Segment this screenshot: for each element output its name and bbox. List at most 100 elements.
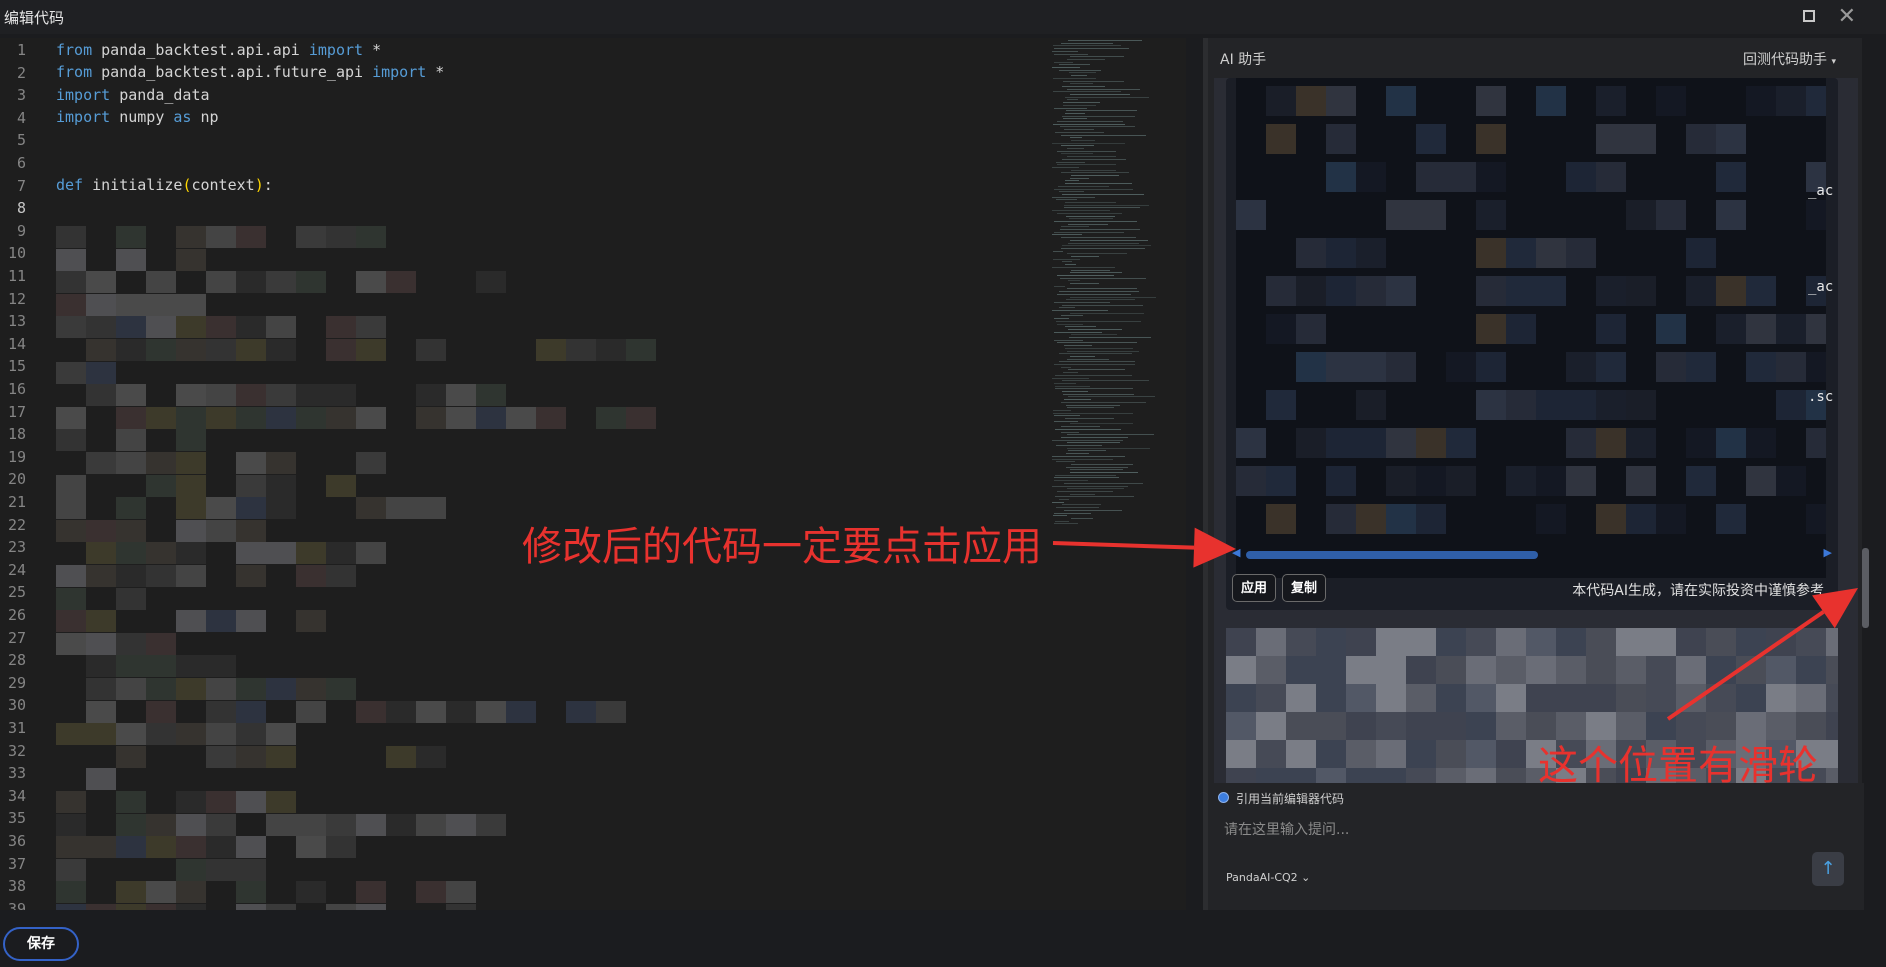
model-selector[interactable]: PandaAI-CQ2 ⌄ xyxy=(1226,871,1310,884)
minimap-line xyxy=(1071,269,1110,271)
pixel-block xyxy=(1466,740,1496,768)
pixel-block xyxy=(236,316,266,339)
pixel-block xyxy=(1526,656,1556,684)
pixel-block xyxy=(1586,656,1616,684)
pixel-block xyxy=(1536,390,1566,420)
pixel-block xyxy=(1266,504,1296,534)
pixel-block xyxy=(296,678,326,700)
minimap-line xyxy=(1069,337,1151,338)
pixel-block xyxy=(86,632,116,655)
minimap-line xyxy=(1070,283,1099,284)
pixel-block xyxy=(326,813,356,836)
ai-panel-scrollbar-thumb[interactable] xyxy=(1862,548,1869,628)
pixel-block xyxy=(1626,390,1656,420)
pixel-block xyxy=(1626,200,1656,230)
minimap-line xyxy=(1067,358,1109,360)
pixel-block xyxy=(1686,428,1716,458)
pixel-block xyxy=(1826,684,1838,712)
prompt-input[interactable] xyxy=(1222,821,1746,839)
code-editor[interactable]: 1 2 3 4 5 6 7 8 9 10 11 12 13 14 15 16 17 18 19 20 21 22 23 24 2… xyxy=(0,38,1186,910)
pixel-block xyxy=(116,723,146,746)
pixel-block xyxy=(116,836,146,859)
minimap-line xyxy=(1065,264,1076,266)
minimap-line xyxy=(1054,364,1135,365)
assistant-selector[interactable]: 回测代码助手 ▾ xyxy=(1743,49,1836,69)
pixel-block xyxy=(1436,656,1466,684)
scroll-right-icon[interactable]: ▶ xyxy=(1824,546,1832,559)
pixel-block xyxy=(176,248,206,271)
minimap-line xyxy=(1065,202,1116,203)
pixel-block xyxy=(1416,504,1446,534)
minimap-line xyxy=(1061,172,1129,174)
minimap-line xyxy=(1052,196,1095,198)
pixel-block xyxy=(1316,740,1346,768)
line-number: 28 xyxy=(7,651,26,670)
pixel-block xyxy=(1646,684,1676,712)
line-number: 11 xyxy=(7,267,26,285)
pixel-block xyxy=(1706,656,1736,684)
code-horizontal-scrollbar[interactable] xyxy=(1246,551,1538,559)
pixel-block xyxy=(56,474,86,497)
pixel-block xyxy=(1266,86,1296,116)
include-code-checkbox[interactable] xyxy=(1218,792,1229,803)
line-number: 14 xyxy=(7,334,26,353)
minimap-line xyxy=(1057,212,1122,214)
pixel-block xyxy=(1616,656,1646,684)
pixel-block xyxy=(206,858,236,881)
pixel-block xyxy=(176,813,206,836)
pixel-block xyxy=(116,452,146,474)
minimap-line xyxy=(1067,350,1139,352)
minimap-line xyxy=(1061,42,1113,44)
pixel-block xyxy=(1596,162,1626,192)
save-button[interactable]: 保存 xyxy=(3,927,79,961)
pixel-block xyxy=(236,565,266,587)
minimap-line xyxy=(1057,490,1113,492)
scroll-left-icon[interactable]: ◀ xyxy=(1232,546,1240,559)
line-number: 19 xyxy=(7,447,26,466)
apply-button[interactable]: 应用 xyxy=(1232,574,1277,602)
close-icon[interactable]: ✕ xyxy=(1838,4,1856,29)
minimap-line xyxy=(1057,293,1131,295)
pixel-block xyxy=(1746,86,1776,116)
pixel-block xyxy=(296,226,326,248)
minimap-line xyxy=(1062,504,1101,506)
minimap-line xyxy=(1059,307,1075,309)
pixel-block xyxy=(56,361,86,384)
pixel-block xyxy=(1686,124,1716,154)
pixel-block xyxy=(1466,712,1496,740)
pixel-block xyxy=(86,519,116,542)
minimap-line xyxy=(1071,139,1095,141)
minimap-line xyxy=(1059,499,1069,500)
maximize-icon[interactable] xyxy=(1803,10,1815,22)
ai-input-area: 引用当前编辑器代码 PandaAI-CQ2 ⌄ ↑ xyxy=(1208,783,1864,910)
pixel-block xyxy=(596,406,626,429)
pixel-block xyxy=(1476,200,1506,230)
pixel-block xyxy=(1596,124,1626,154)
pixel-block xyxy=(116,542,146,565)
chat-messages[interactable]: _ac _ac .sc ◀ ▶ 应用 复制 本代码AI生成，请在实际投资中谨慎参… xyxy=(1214,78,1858,813)
minimap-line xyxy=(1057,150,1116,152)
copy-button[interactable]: 复制 xyxy=(1282,574,1327,602)
pixel-block xyxy=(1526,684,1556,712)
pixel-block xyxy=(1596,390,1626,420)
pixel-block xyxy=(1476,390,1506,420)
pixel-block xyxy=(1406,712,1436,740)
send-button[interactable]: ↑ xyxy=(1812,852,1844,886)
pixel-block xyxy=(326,474,356,497)
pixel-block xyxy=(1596,276,1626,306)
code-minimap[interactable] xyxy=(1048,38,1186,538)
pixel-block xyxy=(446,881,476,904)
minimap-line xyxy=(1052,377,1089,379)
pixel-block xyxy=(236,836,266,859)
minimap-line xyxy=(1070,94,1130,95)
pixel-block xyxy=(1476,352,1506,382)
pixel-block xyxy=(416,745,446,768)
pixel-block xyxy=(626,406,656,429)
pixel-block xyxy=(176,723,206,746)
pixel-block xyxy=(266,497,296,520)
pixel-block xyxy=(86,723,116,746)
pixel-block xyxy=(446,384,476,407)
ai-panel-scrollbar[interactable] xyxy=(1862,38,1869,910)
pixel-block xyxy=(206,271,236,294)
pixel-block xyxy=(1256,740,1286,768)
